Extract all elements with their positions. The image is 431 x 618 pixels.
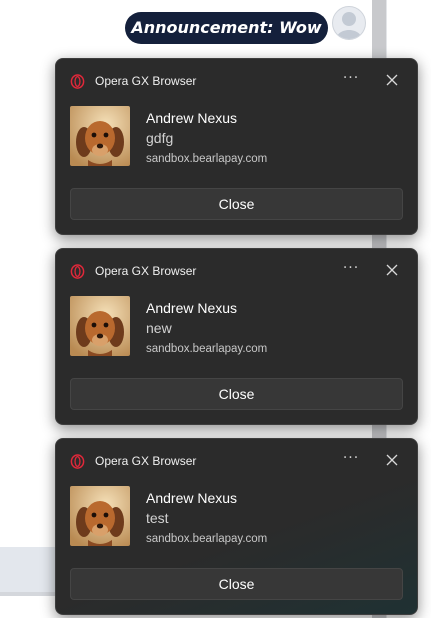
app-name: Opera GX Browser	[95, 454, 197, 468]
notification-header: Opera GX Browser	[70, 262, 196, 280]
notification-body: new	[146, 320, 172, 336]
notification-title: Andrew Nexus	[146, 110, 238, 126]
more-horizontal-icon[interactable]: ···	[341, 69, 361, 89]
puppy-avatar	[70, 106, 130, 166]
opera-gx-icon	[70, 453, 85, 469]
app-name: Opera GX Browser	[95, 74, 197, 88]
app-name: Opera GX Browser	[95, 264, 197, 278]
more-horizontal-icon[interactable]: ···	[341, 259, 361, 279]
more-horizontal-icon[interactable]: ···	[341, 449, 361, 469]
close-icon[interactable]	[383, 261, 401, 279]
notification-header: Opera GX Browser	[70, 72, 196, 90]
notification-source: sandbox.bearlapay.com	[146, 343, 268, 355]
user-avatar-icon[interactable]	[332, 6, 366, 40]
close-icon[interactable]	[383, 451, 401, 469]
announcement-message: Announcement: Wow	[125, 12, 328, 44]
close-button[interactable]: Close	[70, 378, 403, 410]
notification-title: Andrew Nexus	[146, 490, 238, 506]
opera-gx-icon	[70, 263, 85, 279]
notification-toast[interactable]: Opera GX Browser ··· Andrew Nexus gdfg s…	[55, 58, 418, 235]
puppy-avatar	[70, 486, 130, 546]
notification-toast[interactable]: Opera GX Browser ··· Andrew Nexus new sa…	[55, 248, 418, 425]
close-icon[interactable]	[383, 71, 401, 89]
notification-source: sandbox.bearlapay.com	[146, 153, 268, 165]
close-button[interactable]: Close	[70, 188, 403, 220]
notification-source: sandbox.bearlapay.com	[146, 533, 268, 545]
notification-body: test	[146, 510, 169, 526]
close-button[interactable]: Close	[70, 568, 403, 600]
notification-title: Andrew Nexus	[146, 300, 238, 316]
notification-header: Opera GX Browser	[70, 452, 196, 470]
notification-toast[interactable]: Opera GX Browser ··· Andrew Nexus test s…	[55, 438, 418, 615]
notification-body: gdfg	[146, 130, 174, 146]
opera-gx-icon	[70, 73, 85, 89]
puppy-avatar	[70, 296, 130, 356]
